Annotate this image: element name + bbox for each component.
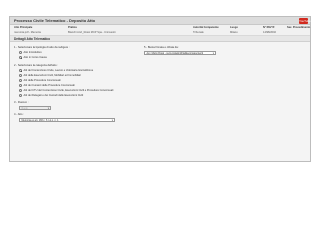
radio-circle[interactable]: [19, 51, 22, 54]
chevron-down-icon: ▾: [212, 52, 214, 55]
radio-contenzioso[interactable]: Atti del Contenzioso Civile, Lavoro e Vo…: [19, 69, 93, 72]
info-atto: Atto Principale memoria.pdf - Memoria: [14, 26, 41, 34]
radio-circle[interactable]: [19, 56, 22, 59]
step3-label: 3 - Rucovo :: [14, 101, 29, 104]
signer-select[interactable]: Avv. Mario Rossi - peris.indagini@talide…: [144, 51, 216, 55]
radio-esecuzioni[interactable]: Atti delle Esecuzioni Civili, Mobiliari …: [19, 74, 81, 77]
radio-label: Atti dei Curatori delle Procedure Concor…: [23, 84, 75, 87]
chevron-down-icon: ▾: [111, 119, 113, 122]
step2-label: 2 - Selezionare la categoria dell'atto :: [14, 64, 59, 67]
youtube-close-icon[interactable]: YouTube: [299, 18, 311, 24]
radio-atto-corso-causa[interactable]: Atto in Corso Causa: [19, 56, 47, 59]
deposito-atto-window: Processo Civile Telematico - Deposito At…: [9, 16, 311, 162]
step4-label: 4 - Atto :: [14, 113, 25, 116]
chevron-down-icon: ▾: [47, 107, 49, 110]
info-rg: N° RG/YF 14/98/2002: [263, 26, 276, 34]
radio-label: Atti delle Esecuzioni Civili, Mobiliari …: [23, 74, 81, 77]
radio-delegati[interactable]: Atti dei Delegati e dei Custodi delle Es…: [19, 94, 83, 97]
radio-label: Atto in Corso Causa: [23, 56, 47, 59]
radio-label: Atti del CTU del Contenzioso Civile, Ese…: [23, 89, 114, 92]
radio-label: Atti delle Procedure Concorsuali: [23, 79, 61, 82]
radio-label: Atti dei Delegati e dei Custodi delle Es…: [23, 94, 84, 97]
radio-circle[interactable]: [19, 69, 22, 72]
atto-select[interactable]: Memoria ex art. 183 c. 6 n.p.c. n. 1 ▾: [19, 118, 115, 122]
radio-ctu[interactable]: Atti del CTU del Contenzioso Civile, Ese…: [19, 89, 113, 92]
case-info-bar: Atto Principale memoria.pdf - Memoria Pr…: [10, 25, 310, 36]
radio-atto-introduttivo[interactable]: Atto Introduttivo: [19, 51, 42, 54]
ruolo-select[interactable]: Ruolo ▾: [19, 106, 51, 110]
title-bar: Processo Civile Telematico - Deposito At…: [10, 17, 311, 25]
section-header: Dettagli Atto Telematico: [10, 36, 310, 42]
window-title: Processo Civile Telematico - Deposito At…: [14, 18, 96, 23]
radio-curatori[interactable]: Atti dei Curatori delle Procedure Concor…: [19, 84, 75, 87]
radio-circle[interactable]: [19, 74, 22, 77]
step5-label: 5 - Busta firmata e cifrata da :: [144, 46, 180, 49]
radio-circle[interactable]: [19, 89, 22, 92]
radio-circle[interactable]: [19, 94, 22, 97]
info-pratica: Pratica Bianchi Anzi_Rossi MCP Spa - Uni…: [68, 26, 116, 34]
info-autorita: Autorità Competente Tribunale: [193, 26, 219, 34]
radio-circle[interactable]: [19, 84, 22, 87]
step1-label: 1 - Selezionare la tipologia di atto da …: [14, 46, 70, 49]
info-luogo: Luogo Milano: [230, 26, 238, 34]
radio-concorsuali[interactable]: Atti delle Procedure Concorsuali: [19, 79, 61, 82]
info-sezione: Sez. Procedimento: [287, 26, 311, 29]
radio-label: Atti del Contenzioso Civile, Lavoro e Vo…: [23, 69, 94, 72]
radio-label: Atto Introduttivo: [23, 51, 42, 54]
radio-circle[interactable]: [19, 79, 22, 82]
